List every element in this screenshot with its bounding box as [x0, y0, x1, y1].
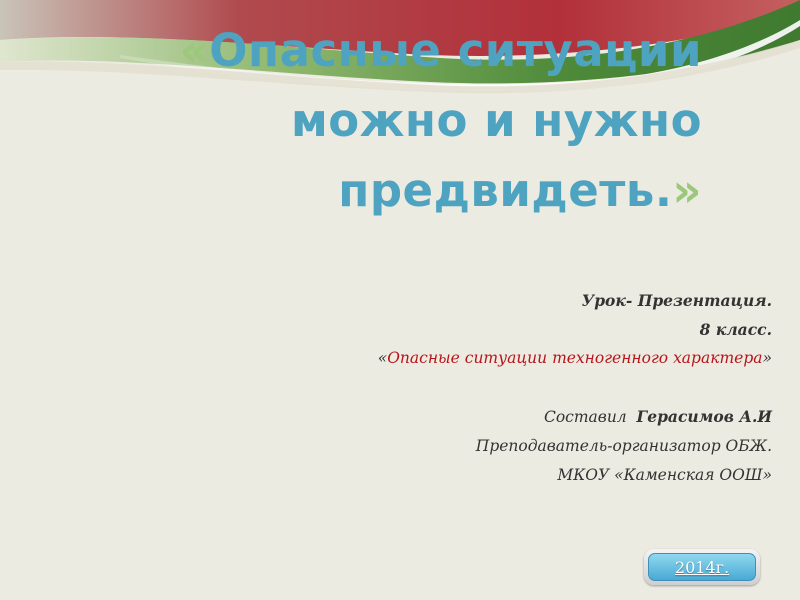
grade: 8 класс.: [699, 320, 772, 339]
title-line-2: можно и нужно: [290, 94, 702, 147]
title-quote-close: »: [672, 164, 702, 217]
year-button-label[interactable]: 2014г.: [648, 553, 756, 581]
lesson-type: Урок- Презентация.: [581, 291, 772, 310]
title-quote-open: «: [179, 24, 210, 77]
school-name: МКОУ «Каменская ООШ»: [557, 466, 772, 484]
slide-title: «Опасные ситуации можно и нужно предвиде…: [62, 16, 702, 226]
lesson-topic: «Опасные ситуации техногенного характера…: [377, 349, 772, 367]
slide: «Опасные ситуации можно и нужно предвиде…: [0, 0, 800, 600]
year-button[interactable]: 2014г.: [644, 549, 760, 585]
title-line-1: «Опасные ситуации: [179, 24, 702, 77]
author: Составил Герасимов А.И: [543, 407, 772, 426]
lesson-info: Урок- Презентация. 8 класс. «Опасные сит…: [172, 286, 772, 490]
author-position: Преподаватель-организатор ОБЖ.: [475, 437, 772, 455]
title-line-3: предвидеть.»: [338, 164, 702, 217]
